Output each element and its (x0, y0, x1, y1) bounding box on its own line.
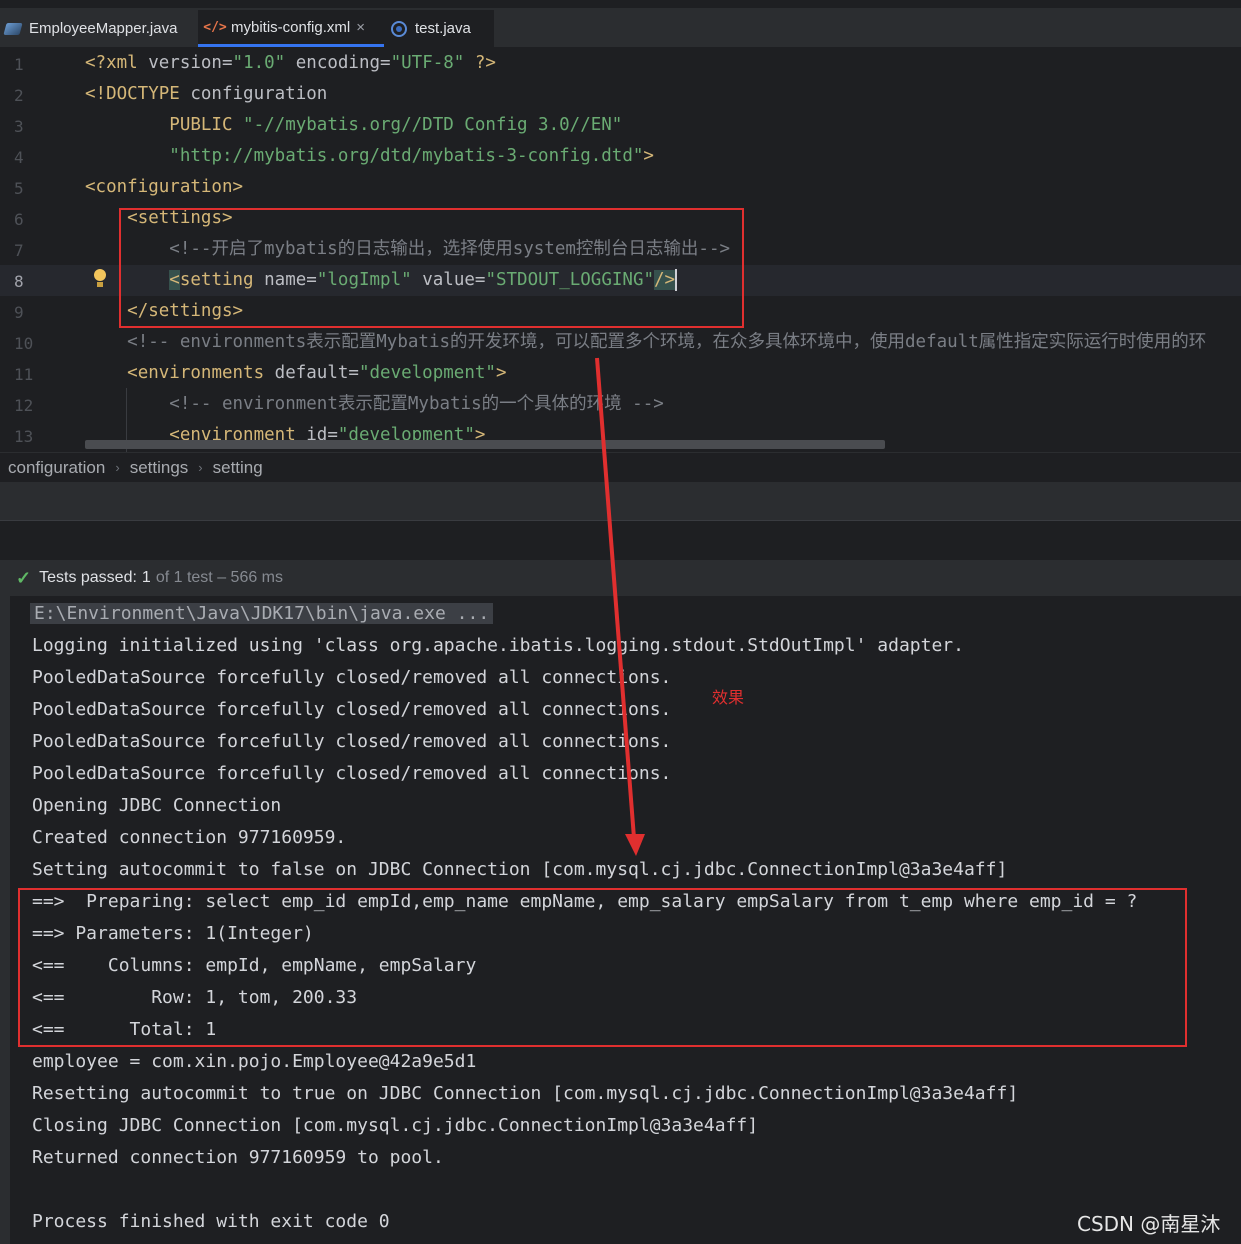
console-line: Resetting autocommit to true on JDBC Con… (32, 1083, 1019, 1104)
tab-label: test.java (415, 20, 471, 37)
line-number: 11 (14, 365, 34, 384)
console-line: Returned connection 977160959 to pool. (32, 1147, 444, 1168)
console-line: Setting autocommit to false on JDBC Conn… (32, 859, 1008, 880)
console-line: Closing JDBC Connection [com.mysql.cj.jd… (32, 1115, 759, 1136)
annotation-box-settings (119, 208, 744, 328)
line-number: 1 (14, 55, 24, 74)
console-line: Created connection 977160959. (32, 827, 347, 848)
tests-passed-label: Tests passed: (39, 569, 137, 586)
tab-mybitis-config[interactable]: </> mybitis-config.xml × (198, 10, 384, 47)
code-line-5: <configuration> (85, 177, 244, 197)
tool-window-strip (0, 482, 1241, 520)
tests-summary: of 1 test – 566 ms (155, 569, 284, 586)
line-number-current: 8 (14, 272, 24, 291)
breadcrumb-item-configuration[interactable]: configuration (8, 458, 105, 478)
code-line-2: <!DOCTYPE configuration (85, 84, 328, 104)
code-line-12: <!-- environment表示配置Mybatis的一个具体的环境 --> (169, 394, 664, 414)
line-number: 5 (14, 179, 24, 198)
line-number: 3 (14, 117, 24, 136)
run-toolbar-area (0, 520, 1241, 560)
tab-label: EmployeeMapper.java (29, 20, 178, 37)
line-number: 2 (14, 86, 24, 105)
tab-employee-mapper[interactable]: EmployeeMapper.java (3, 10, 178, 47)
tab-label: mybitis-config.xml (231, 18, 351, 36)
horizontal-scrollbar[interactable] (85, 440, 885, 449)
tests-passed-count: 1 (141, 569, 151, 586)
code-line-4: "http://mybatis.org/dtd/mybatis-3-config… (169, 146, 654, 166)
line-number: 4 (14, 148, 24, 167)
code-line-1: <?xml version="1.0" encoding="UTF-8" ?> (85, 53, 496, 73)
close-tab-icon[interactable]: × (356, 19, 365, 36)
code-line-10: <!-- environments表示配置Mybatis的开发环境，可以配置多个… (127, 332, 1207, 352)
breadcrumb-item-setting[interactable]: setting (213, 458, 263, 478)
console-line: PooledDataSource forcefully closed/remov… (32, 763, 672, 784)
console-line: PooledDataSource forcefully closed/remov… (32, 699, 672, 720)
console-line: E:\Environment\Java\JDK17\bin\java.exe .… (30, 598, 494, 630)
test-status-bar: ✓ Tests passed: 1 of 1 test – 566 ms (0, 560, 1241, 596)
console-line: Opening JDBC Connection (32, 795, 282, 816)
watermark: CSDN @南星沐 (1077, 1212, 1221, 1236)
console-line: Logging initialized using 'class org.apa… (32, 635, 964, 656)
console-line-exit: Process finished with exit code 0 (32, 1211, 390, 1232)
java-command-line[interactable]: E:\Environment\Java\JDK17\bin\java.exe .… (30, 603, 494, 624)
breadcrumb: configuration › settings › setting (0, 452, 1241, 482)
xml-file-icon: </> (203, 19, 227, 35)
annotation-effect-label: 效果 (712, 688, 745, 707)
mapper-java-icon (3, 20, 23, 38)
line-number: 10 (14, 334, 34, 353)
annotation-box-sql-log (18, 888, 1187, 1047)
console-line: employee = com.xin.pojo.Employee@42a9e5d… (32, 1051, 477, 1072)
console-line: PooledDataSource forcefully closed/remov… (32, 667, 672, 688)
breadcrumb-separator: › (198, 460, 203, 475)
test-java-icon (390, 20, 408, 38)
tab-bar-top-strip (0, 0, 1241, 8)
code-line-3: PUBLIC "-//mybatis.org//DTD Config 3.0//… (85, 115, 623, 135)
line-number: 7 (14, 241, 24, 260)
breadcrumb-separator: › (115, 460, 120, 475)
line-number: 13 (14, 427, 34, 446)
code-line-11: <environments default="development"> (127, 363, 507, 383)
line-number: 12 (14, 396, 34, 415)
console-line: PooledDataSource forcefully closed/remov… (32, 731, 672, 752)
console-side-strip (0, 596, 10, 1244)
breadcrumb-item-settings[interactable]: settings (130, 458, 189, 478)
editor-tab-bar: EmployeeMapper.java </> mybitis-config.x… (0, 0, 1241, 48)
line-number: 6 (14, 210, 24, 229)
check-icon: ✓ (16, 567, 32, 588)
tab-test-java[interactable]: test.java (384, 10, 494, 47)
line-number: 9 (14, 303, 24, 322)
